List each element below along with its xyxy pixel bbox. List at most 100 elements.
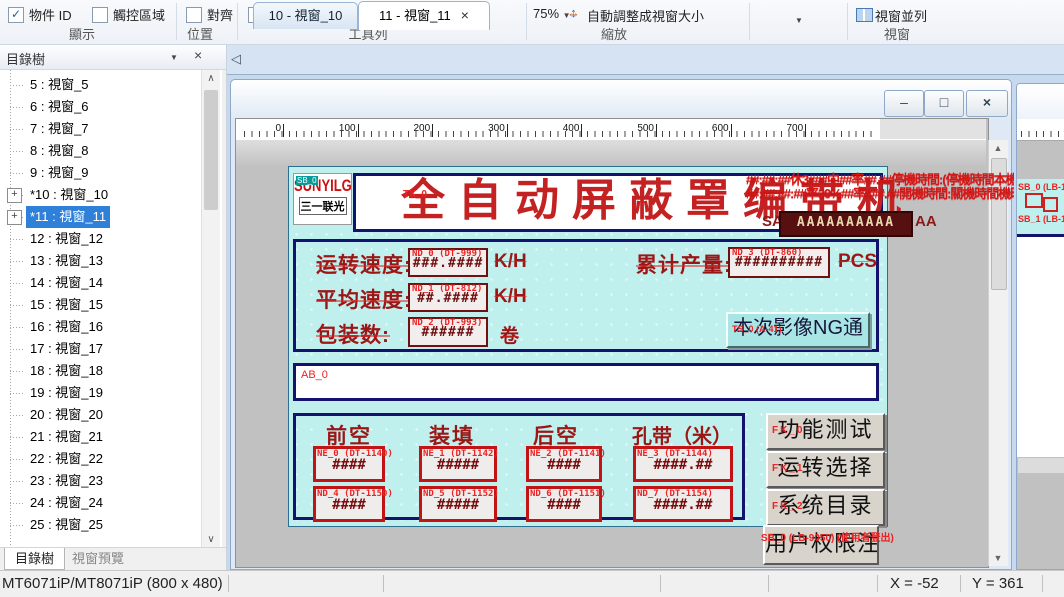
numeric-display[interactable]: NE_1 (DT-1142) ##### bbox=[419, 446, 497, 482]
hmi-screen[interactable]: SB_0 SUNYILG 三一联光 全自动屏蔽罩编带机 TX_0 ##:##:#… bbox=[288, 166, 888, 527]
ascii-display-object[interactable]: AAAAAAAAAA bbox=[779, 211, 913, 237]
tree-item[interactable]: 12 : 視窗_12 bbox=[0, 228, 200, 250]
second-editor-window[interactable]: SB_0 (LB-10 SB_1 (LB-1 bbox=[1016, 83, 1064, 570]
chevron-down-icon[interactable]: ▼ bbox=[170, 53, 178, 62]
tree-item[interactable]: 14 : 視窗_14 bbox=[0, 272, 200, 294]
checkbox-label: 物件 ID bbox=[29, 5, 72, 24]
group-divider bbox=[237, 3, 238, 40]
tab-window-10[interactable]: 10 - 視窗_10 bbox=[253, 2, 358, 29]
tree-item[interactable]: 21 : 視窗_21 bbox=[0, 426, 200, 448]
tree-item[interactable]: 19 : 視窗_19 bbox=[0, 382, 200, 404]
object-tag: SB_0 (LB-10 bbox=[1018, 182, 1064, 192]
tab-window-11[interactable]: 11 - 視窗_11× bbox=[358, 1, 490, 30]
tree-item[interactable]: 24 : 視窗_24 bbox=[0, 492, 200, 514]
ruler-mark: 300 bbox=[477, 123, 508, 137]
checkbox-icon[interactable]: ✓ bbox=[8, 7, 24, 23]
checkbox-icon[interactable] bbox=[92, 7, 108, 23]
expander-icon[interactable]: + bbox=[7, 210, 22, 225]
tree-item[interactable]: 20 : 視窗_20 bbox=[0, 404, 200, 426]
tree-item[interactable]: 15 : 視窗_15 bbox=[0, 294, 200, 316]
fit-to-window-icon[interactable]: ↔↕ bbox=[566, 5, 581, 20]
numeric-display[interactable]: ND_3 (DT-860) ########## bbox=[728, 247, 830, 278]
panel-header: 目錄樹 ▼ × bbox=[0, 45, 226, 70]
tree-item-label: 21 : 視窗_21 bbox=[26, 426, 107, 448]
object-tag: SB_1 (LB-1 bbox=[1018, 214, 1064, 224]
logo-object[interactable]: SB_0 SUNYILG 三一联光 bbox=[293, 173, 352, 225]
tree-item-label: 16 : 視窗_16 bbox=[26, 316, 107, 338]
fit-to-window-button[interactable]: 自動調整成視窗大小 bbox=[587, 6, 704, 25]
numeric-display[interactable]: NE_0 (DT-1140) #### bbox=[313, 446, 385, 482]
window-tree: 5 : 視窗_56 : 視窗_67 : 視窗_78 : 視窗_89 : 視窗_9… bbox=[0, 70, 222, 548]
system-menu-button[interactable]: FK_2 系统目录 bbox=[766, 489, 885, 526]
scroll-up-icon[interactable]: ▲ bbox=[989, 140, 1007, 156]
alarm-bar-object[interactable]: AB_0 bbox=[293, 363, 879, 401]
tab-window-preview[interactable]: 視窗預覽 bbox=[62, 548, 134, 569]
numeric-display[interactable]: ND_7 (DT-1154) ####.## bbox=[633, 486, 733, 522]
function-test-button[interactable]: FK_0 功能测试 bbox=[766, 413, 885, 450]
tree-scrollbar[interactable]: ∧ ∨ bbox=[201, 70, 220, 548]
run-select-button[interactable]: FK_1 运转选择 bbox=[766, 451, 885, 488]
expander-icon[interactable]: + bbox=[7, 188, 22, 203]
tab-close-icon[interactable]: × bbox=[461, 7, 469, 23]
ruler-mark: 600 bbox=[701, 123, 732, 137]
tile-windows-button[interactable]: 視窗並列 bbox=[875, 6, 927, 25]
group-label-window: 視窗 bbox=[867, 24, 927, 43]
numeric-display[interactable]: ND_5 (DT-1152) ##### bbox=[419, 486, 497, 522]
close-window-button[interactable]: × bbox=[966, 90, 1008, 117]
scroll-down-icon[interactable]: ▼ bbox=[989, 550, 1007, 566]
canvas-margin bbox=[236, 140, 986, 167]
tab-scroll-left-icon[interactable]: ◁ bbox=[231, 51, 241, 67]
ng-result-button[interactable]: TS_0 (A-41) 本次影像NG通 bbox=[726, 312, 870, 348]
numeric-display[interactable]: NE_2 (DT-1141) #### bbox=[526, 446, 602, 482]
checkbox-touch-area[interactable]: 觸控區域 bbox=[92, 5, 165, 24]
numeric-display[interactable]: ND_1 (DT-812) ##.#### bbox=[408, 283, 488, 312]
tree-item-label: 8 : 視窗_8 bbox=[26, 140, 93, 162]
scrollbar-thumb[interactable] bbox=[204, 90, 218, 210]
numeric-display[interactable]: ND_0 (DT-999) ###.#### bbox=[408, 248, 488, 277]
minimize-button[interactable]: – bbox=[884, 90, 924, 117]
maximize-button[interactable]: □ bbox=[924, 90, 964, 117]
more-commands-dropdown[interactable]: ▼ bbox=[795, 16, 803, 25]
tree-item[interactable]: 17 : 視窗_17 bbox=[0, 338, 200, 360]
tree-item[interactable]: 6 : 視窗_6 bbox=[0, 96, 200, 118]
tab-directory-tree[interactable]: 目錄樹 bbox=[4, 548, 65, 570]
tree-item[interactable]: +*10 : 視窗_10 bbox=[0, 184, 200, 206]
group-divider bbox=[847, 3, 848, 40]
numeric-display[interactable]: ND_6 (DT-1151) #### bbox=[526, 486, 602, 522]
tree-item[interactable]: 25 : 視窗_25 bbox=[0, 514, 200, 536]
checkbox-object-id[interactable]: ✓ 物件 ID bbox=[8, 5, 72, 24]
tree-item[interactable]: 7 : 視窗_7 bbox=[0, 118, 200, 140]
tree-item[interactable]: 13 : 視窗_13 bbox=[0, 250, 200, 272]
scroll-up-icon[interactable]: ∧ bbox=[202, 70, 220, 87]
object-tag: ND_0 (DT-999) bbox=[412, 249, 482, 259]
ascii-suffix-text: AA bbox=[915, 213, 937, 230]
tree-item[interactable]: 22 : 視窗_22 bbox=[0, 448, 200, 470]
group-label-display: 顯示 bbox=[52, 24, 112, 43]
zoom-level-dropdown[interactable]: 75% ▼ bbox=[533, 6, 571, 21]
object-tag: ND_3 (DT-860) bbox=[732, 248, 802, 258]
numeric-display[interactable]: ND_4 (DT-1150) #### bbox=[313, 486, 385, 522]
checkbox-align[interactable]: 對齊 bbox=[186, 5, 233, 24]
tree-item[interactable]: 18 : 視窗_18 bbox=[0, 360, 200, 382]
stat-label: 包装数: bbox=[316, 319, 390, 349]
stat-unit: K/H bbox=[494, 251, 527, 273]
object-tag: FK_2 bbox=[772, 492, 804, 521]
tree-item[interactable]: +*11 : 視窗_11 bbox=[0, 206, 200, 228]
design-canvas[interactable]: 0100200300400500600700 SB_0 SUNYILG 三一联光… bbox=[235, 118, 989, 568]
numeric-display[interactable]: ND_2 (DT-993) ###### bbox=[408, 317, 488, 347]
canvas-vertical-scrollbar[interactable]: ▲ ▼ bbox=[988, 140, 1008, 566]
object-tag: ND_6 (DT-1151) bbox=[530, 489, 606, 499]
tree-item[interactable]: 16 : 視窗_16 bbox=[0, 316, 200, 338]
tree-item-label: 17 : 視窗_17 bbox=[26, 338, 107, 360]
numeric-display[interactable]: NE_3 (DT-1144) ####.## bbox=[633, 446, 733, 482]
tree-item[interactable]: 5 : 視窗_5 bbox=[0, 74, 200, 96]
counter-table: 前空 装填 后空 孔带（米） NE_0 (DT-1140) #### NE_1 … bbox=[293, 413, 745, 520]
object-tag: NE_0 (DT-1140) bbox=[317, 449, 393, 459]
scroll-down-icon[interactable]: ∨ bbox=[202, 531, 220, 548]
object-tag: TX_0 bbox=[403, 189, 427, 200]
tree-item[interactable]: 9 : 視窗_9 bbox=[0, 162, 200, 184]
close-icon[interactable]: × bbox=[194, 47, 202, 63]
checkbox-icon[interactable] bbox=[186, 7, 202, 23]
tree-item[interactable]: 23 : 視窗_23 bbox=[0, 470, 200, 492]
tree-item[interactable]: 8 : 視窗_8 bbox=[0, 140, 200, 162]
